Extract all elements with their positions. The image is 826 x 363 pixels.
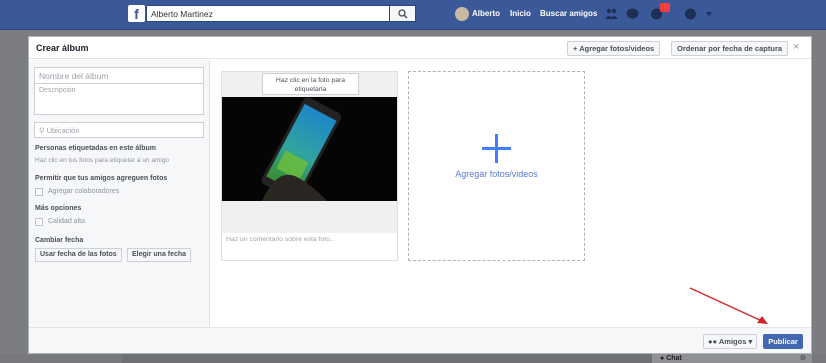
add-photos-tile-label: Agregar fotos/videos	[455, 169, 538, 179]
search-icon	[398, 9, 408, 19]
dialog-header: Crear álbum + Agregar fotos/videos Orden…	[29, 37, 811, 59]
facebook-logo-icon[interactable]: f	[128, 5, 145, 22]
plus-icon	[482, 134, 511, 163]
dialog-footer: ●● Amigos ▾ Publicar	[29, 327, 811, 353]
page-content-strip	[122, 354, 652, 363]
chevron-down-icon[interactable]	[705, 8, 713, 20]
publish-button[interactable]: Publicar	[763, 334, 803, 349]
more-options-title: Más opciones	[35, 205, 82, 212]
add-collaborators-checkbox[interactable]	[35, 188, 43, 196]
tagged-people-title: Personas etiquetadas en este álbum	[35, 145, 156, 152]
chat-label: ● Chat	[660, 355, 682, 362]
messages-icon[interactable]	[626, 8, 639, 20]
search-button[interactable]	[389, 5, 416, 22]
high-quality-checkbox[interactable]	[35, 218, 43, 226]
notification-badge	[660, 3, 670, 12]
page-background-left	[0, 30, 28, 363]
add-photos-videos-label: Agregar fotos/videos	[579, 44, 655, 53]
friends-icon: ●●	[708, 337, 718, 346]
location-pin-icon: ⚲	[39, 126, 45, 135]
chat-settings-icon[interactable]: ⚙	[800, 354, 806, 363]
add-photos-videos-button[interactable]: + Agregar fotos/videos	[567, 41, 661, 56]
friends-add-photos-title: Permitir que tus amigos agreguen fotos	[35, 175, 168, 182]
audience-selector[interactable]: ●● Amigos ▾	[703, 334, 758, 349]
tag-photo-prompt[interactable]: Haz clic en la foto para etiquetarla	[262, 73, 359, 95]
nav-home-link[interactable]: Inicio	[510, 9, 531, 18]
phone-photo-illustration	[222, 97, 397, 201]
location-input[interactable]: ⚲ Ubicación	[34, 122, 204, 138]
search-input[interactable]: Alberto Martinez	[146, 5, 390, 22]
choose-date-button[interactable]: Elegir una fecha	[127, 248, 192, 262]
audience-label: Amigos	[718, 337, 747, 346]
chat-bar[interactable]: ● Chat ⚙	[652, 354, 812, 363]
dialog-title: Crear álbum	[36, 43, 89, 53]
plus-icon: +	[573, 44, 578, 53]
album-settings-sidebar: Nombre del álbum Descripción ⚲ Ubicación…	[29, 60, 210, 327]
change-date-title: Cambiar fecha	[35, 237, 84, 244]
page-background-right	[812, 30, 826, 363]
annotation-arrow-icon	[689, 287, 768, 324]
tagged-people-hint: Haz clic en tus fotos para etiquetar a u…	[35, 157, 170, 164]
photo-area[interactable]: Haz clic en la foto para etiquetarla	[222, 72, 397, 233]
location-placeholder: Ubicación	[46, 126, 80, 135]
use-photo-dates-button[interactable]: Usar fecha de las fotos	[35, 248, 122, 262]
sort-by-capture-date-button[interactable]: Ordenar por fecha de captura	[671, 41, 789, 56]
uploaded-photo[interactable]	[222, 97, 397, 201]
nav-profile-link[interactable]: Alberto	[472, 9, 500, 18]
help-icon[interactable]	[684, 8, 697, 20]
nav-find-friends-link[interactable]: Buscar amigos	[540, 9, 597, 18]
close-icon[interactable]: ×	[793, 41, 799, 53]
high-quality-label: Calidad alta	[48, 218, 85, 225]
add-photos-tile[interactable]: Agregar fotos/videos	[408, 71, 585, 261]
top-navigation-bar: f Alberto Martinez Alberto Inicio Buscar…	[0, 0, 826, 30]
photo-card: Haz clic en la foto para etiquetarla Haz…	[221, 71, 398, 261]
photo-comment-input[interactable]: Haz un comentario sobre esta foto...	[226, 236, 336, 243]
add-collaborators-label: Agregar colaboradores	[48, 188, 120, 195]
chevron-down-icon: ▾	[748, 337, 753, 346]
avatar[interactable]	[455, 7, 469, 21]
friend-requests-icon[interactable]	[605, 8, 618, 20]
album-description-input[interactable]: Descripción	[34, 84, 204, 115]
album-name-input[interactable]: Nombre del álbum	[34, 67, 204, 84]
